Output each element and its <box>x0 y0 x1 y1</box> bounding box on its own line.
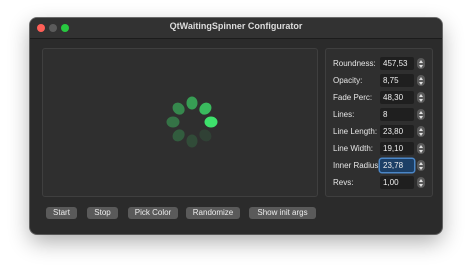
spinner-blob <box>199 129 212 142</box>
spinner-blob <box>204 116 218 128</box>
opacity-spinbox[interactable]: 8,75 <box>380 74 414 87</box>
settings-panel: Roundness: 457,53 Opacity: 8,75 Fade Per… <box>325 48 433 197</box>
roundness-row: Roundness: 457,53 <box>333 57 427 71</box>
fade-perc-spinbox[interactable]: 48,30 <box>380 91 414 104</box>
line-width-label: Line Width: <box>333 144 374 153</box>
revs-row: Revs: 1,00 <box>333 176 427 190</box>
spinner-blob <box>172 129 185 142</box>
fade-perc-row: Fade Perc: 48,30 <box>333 91 427 105</box>
spinner-blob <box>199 102 212 115</box>
show-init-args-button[interactable]: Show init args <box>249 207 316 219</box>
line-length-stepper[interactable] <box>417 126 425 137</box>
roundness-spinbox[interactable]: 457,53 <box>380 57 414 70</box>
line-length-row: Line Length: 23,80 <box>333 125 427 139</box>
line-length-spinbox[interactable]: 23,80 <box>380 125 414 138</box>
spinner-blob <box>186 134 198 148</box>
line-width-row: Line Width: 19,10 <box>333 142 427 156</box>
lines-row: Lines: 8 <box>333 108 427 122</box>
inner-radius-stepper[interactable] <box>417 160 425 171</box>
lines-stepper[interactable] <box>417 109 425 120</box>
waiting-spinner <box>166 96 218 148</box>
roundness-label: Roundness: <box>333 59 376 68</box>
title-bar: QtWaitingSpinner Configurator <box>30 18 442 39</box>
lines-spinbox[interactable]: 8 <box>380 108 414 121</box>
opacity-label: Opacity: <box>333 76 363 85</box>
revs-stepper[interactable] <box>417 177 425 188</box>
opacity-stepper[interactable] <box>417 75 425 86</box>
stop-button[interactable]: Stop <box>87 207 118 219</box>
pick-color-button[interactable]: Pick Color <box>128 207 178 219</box>
spinner-preview-panel <box>42 48 318 197</box>
randomize-button[interactable]: Randomize <box>186 207 240 219</box>
configurator-window: QtWaitingSpinner Configurator Roundness:… <box>30 18 442 234</box>
revs-spinbox[interactable]: 1,00 <box>380 176 414 189</box>
window-title: QtWaitingSpinner Configurator <box>169 21 303 31</box>
fade-perc-label: Fade Perc: <box>333 93 373 102</box>
lines-label: Lines: <box>333 110 355 119</box>
spinner-blob <box>186 96 198 110</box>
spinner-blob <box>172 102 185 115</box>
opacity-row: Opacity: 8,75 <box>333 74 427 88</box>
line-width-spinbox[interactable]: 19,10 <box>380 142 414 155</box>
inner-radius-row: Inner Radius: 23,78 <box>333 159 427 173</box>
start-button[interactable]: Start <box>46 207 77 219</box>
revs-label: Revs: <box>333 178 354 187</box>
inner-radius-label: Inner Radius: <box>333 161 381 170</box>
spinner-blob <box>166 116 180 128</box>
line-width-stepper[interactable] <box>417 143 425 154</box>
fade-perc-stepper[interactable] <box>417 92 425 103</box>
line-length-label: Line Length: <box>333 127 378 136</box>
roundness-stepper[interactable] <box>417 58 425 69</box>
inner-radius-spinbox[interactable]: 23,78 <box>380 159 414 172</box>
